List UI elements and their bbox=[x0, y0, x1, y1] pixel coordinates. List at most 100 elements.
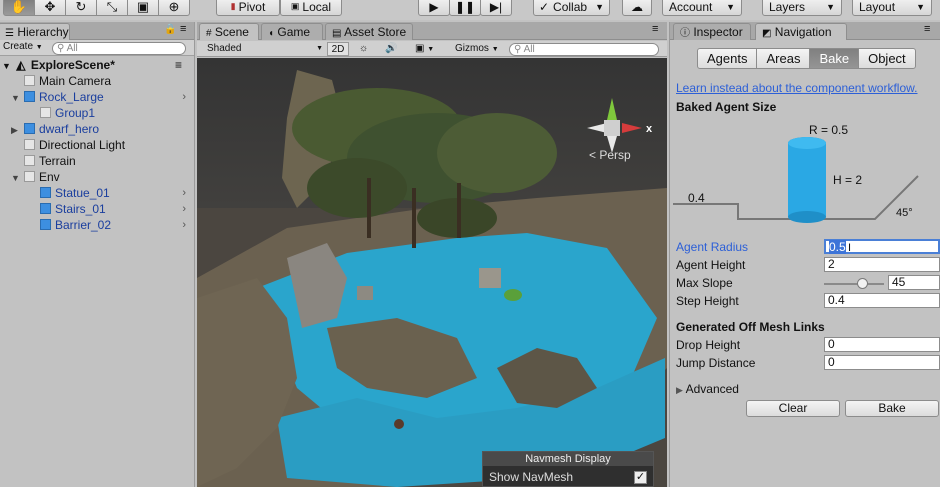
navigation-segments: Agents Areas Bake Object bbox=[697, 48, 916, 69]
navigation-panel: ⓘ Inspector ◩ Navigation ≡ Agents Areas … bbox=[669, 22, 940, 487]
effects-icon[interactable]: ▣ ▼ bbox=[415, 42, 434, 56]
panel-menu-icon[interactable]: ≡ bbox=[180, 23, 186, 35]
segment-agents[interactable]: Agents bbox=[697, 48, 758, 69]
prefab-icon bbox=[24, 123, 35, 134]
chevron-right-icon[interactable]: › bbox=[182, 89, 186, 105]
list-item[interactable]: Directional Light bbox=[24, 137, 125, 153]
tab-scene[interactable]: # Scene bbox=[199, 23, 259, 40]
scene-row[interactable]: ▼ ◭ ExploreScene* ≡ bbox=[2, 57, 192, 73]
scale-tool-icon[interactable]: ⤡ bbox=[96, 0, 128, 16]
gizmos-dropdown[interactable]: Gizmos ▼ bbox=[455, 42, 499, 56]
2d-toggle[interactable]: 2D bbox=[327, 42, 349, 56]
gameobject-icon bbox=[24, 139, 35, 150]
transform-tool-icon[interactable]: ⊕ bbox=[158, 0, 190, 16]
hand-tool-icon[interactable]: ✋ bbox=[3, 0, 35, 16]
rect-tool-icon[interactable]: ▣ bbox=[127, 0, 159, 16]
max-slope-slider-track[interactable] bbox=[824, 278, 884, 289]
segment-bake[interactable]: Bake bbox=[809, 48, 860, 69]
drop-height-value: 0 bbox=[828, 337, 835, 351]
pause-button[interactable]: ❚❚ bbox=[449, 0, 481, 16]
pivot-button[interactable]: ▮ Pivot bbox=[216, 0, 280, 16]
list-item[interactable]: Env bbox=[24, 169, 60, 185]
layout-dropdown[interactable]: Layout ▼ bbox=[852, 0, 932, 16]
account-dropdown[interactable]: Account ▼ bbox=[662, 0, 742, 16]
list-item[interactable]: Terrain bbox=[24, 153, 76, 169]
play-button[interactable]: ▶ bbox=[418, 0, 450, 16]
create-dropdown[interactable]: Create ▼ bbox=[3, 41, 43, 52]
component-workflow-link[interactable]: Learn instead about the component workfl… bbox=[676, 81, 918, 95]
move-tool-icon[interactable]: ✥ bbox=[34, 0, 66, 16]
item-label: Env bbox=[39, 170, 60, 184]
pacman-icon: ◖ bbox=[268, 28, 275, 39]
navigation-icon: ◩ bbox=[762, 28, 772, 39]
lock-icon[interactable]: 🔒 bbox=[164, 24, 176, 35]
clear-button[interactable]: Clear bbox=[746, 400, 840, 417]
agent-radius-field[interactable]: 0.5 I bbox=[824, 239, 940, 254]
scene-tabbar: # Scene ◖ Game ▤ Asset Store ≡ bbox=[197, 22, 667, 40]
scene-search-input[interactable]: ⚲ All bbox=[509, 43, 659, 56]
layout-label: Layout bbox=[859, 0, 896, 14]
segment-areas[interactable]: Areas bbox=[756, 48, 811, 69]
list-item[interactable]: Group1 bbox=[40, 105, 95, 121]
tab-asset-store[interactable]: ▤ Asset Store bbox=[325, 23, 413, 40]
max-slope-slider-thumb[interactable] bbox=[857, 278, 868, 289]
chevron-right-icon[interactable]: › bbox=[182, 217, 186, 233]
persp-text: Persp bbox=[599, 148, 631, 162]
layers-dropdown[interactable]: Layers ▼ bbox=[762, 0, 842, 16]
fold-closed-icon[interactable]: ▶ bbox=[11, 122, 18, 138]
panel-menu-icon[interactable]: ≡ bbox=[924, 23, 930, 35]
panel-menu-icon[interactable]: ≡ bbox=[652, 23, 658, 35]
max-slope-field[interactable]: 45 bbox=[888, 275, 940, 290]
tab-scene-label: Scene bbox=[214, 25, 249, 39]
hierarchy-tabbar: ☰ Hierarchy 🔒 ≡ bbox=[0, 22, 194, 40]
item-label: Rock_Large bbox=[39, 90, 104, 104]
tab-hierarchy[interactable]: ☰ Hierarchy bbox=[0, 23, 70, 40]
bake-button[interactable]: Bake bbox=[845, 400, 939, 417]
item-label: Directional Light bbox=[39, 138, 126, 152]
hierarchy-subbar: Create ▼ ⚲ All bbox=[0, 40, 194, 56]
fold-open-icon[interactable]: ▼ bbox=[11, 170, 20, 186]
list-item[interactable]: Barrier_02 › bbox=[40, 217, 192, 233]
segment-object[interactable]: Object bbox=[858, 48, 916, 69]
step-diagram-label: 0.4 bbox=[688, 191, 705, 205]
tab-game[interactable]: ◖ Game bbox=[261, 23, 323, 40]
local-button[interactable]: ▣ Local bbox=[280, 0, 342, 16]
rotate-tool-icon[interactable]: ↻ bbox=[65, 0, 97, 16]
persp-label[interactable]: < Persp bbox=[589, 148, 631, 162]
collab-dropdown[interactable]: ✓ Collab ▼ bbox=[533, 0, 610, 16]
jump-distance-field[interactable]: 0 bbox=[824, 355, 940, 370]
advanced-label: Advanced bbox=[685, 382, 739, 396]
audio-icon[interactable]: 🔊 bbox=[385, 42, 397, 56]
main-toolbar: ✋ ✥ ↻ ⤡ ▣ ⊕ ▮ Pivot ▣ Local ▶ ❚❚ ▶| ✓ Co… bbox=[0, 0, 940, 20]
scene-menu-icon[interactable]: ≡ bbox=[175, 57, 182, 73]
scene-viewport[interactable]: x < Persp Navmesh Display Show NavMesh ✓ bbox=[197, 58, 667, 487]
cloud-button[interactable]: ☁ bbox=[622, 0, 652, 16]
lighting-icon[interactable]: ☼ bbox=[359, 42, 368, 56]
hierarchy-search-input[interactable]: ⚲ All bbox=[52, 42, 186, 55]
collab-label: Collab bbox=[553, 0, 588, 14]
show-navmesh-checkbox[interactable]: ✓ bbox=[634, 470, 647, 484]
step-button[interactable]: ▶| bbox=[480, 0, 512, 16]
chevron-right-icon[interactable]: › bbox=[182, 185, 186, 201]
list-item[interactable]: Stairs_01 › bbox=[40, 201, 192, 217]
agent-height-field[interactable]: 2 bbox=[824, 257, 940, 272]
list-item[interactable]: Main Camera bbox=[24, 73, 111, 89]
advanced-foldout[interactable]: ▶ Advanced bbox=[676, 382, 739, 396]
hierarchy-panel: ☰ Hierarchy 🔒 ≡ Create ▼ ⚲ All ▼ ◭ Explo… bbox=[0, 22, 195, 487]
fold-open-icon[interactable]: ▼ bbox=[11, 90, 20, 106]
prefab-icon bbox=[40, 219, 51, 230]
tab-navigation[interactable]: ◩ Navigation bbox=[755, 23, 847, 40]
list-item[interactable]: Rock_Large › bbox=[24, 89, 192, 105]
drop-height-field[interactable]: 0 bbox=[824, 337, 940, 352]
tab-inspector[interactable]: ⓘ Inspector bbox=[673, 23, 751, 40]
shading-dropdown[interactable]: Shaded ▼ bbox=[207, 42, 323, 56]
list-item[interactable]: dwarf_hero bbox=[24, 121, 99, 137]
chevron-down-icon: ▼ bbox=[35, 44, 43, 51]
list-item[interactable]: Statue_01 › bbox=[40, 185, 192, 201]
chevron-right-icon[interactable]: › bbox=[182, 201, 186, 217]
step-height-field[interactable]: 0.4 bbox=[824, 293, 940, 308]
layers-label: Layers bbox=[769, 0, 806, 14]
show-navmesh-row[interactable]: Show NavMesh ✓ bbox=[483, 466, 653, 487]
play-icon: ▶ bbox=[429, 0, 439, 14]
list-icon: ☰ bbox=[5, 28, 14, 39]
